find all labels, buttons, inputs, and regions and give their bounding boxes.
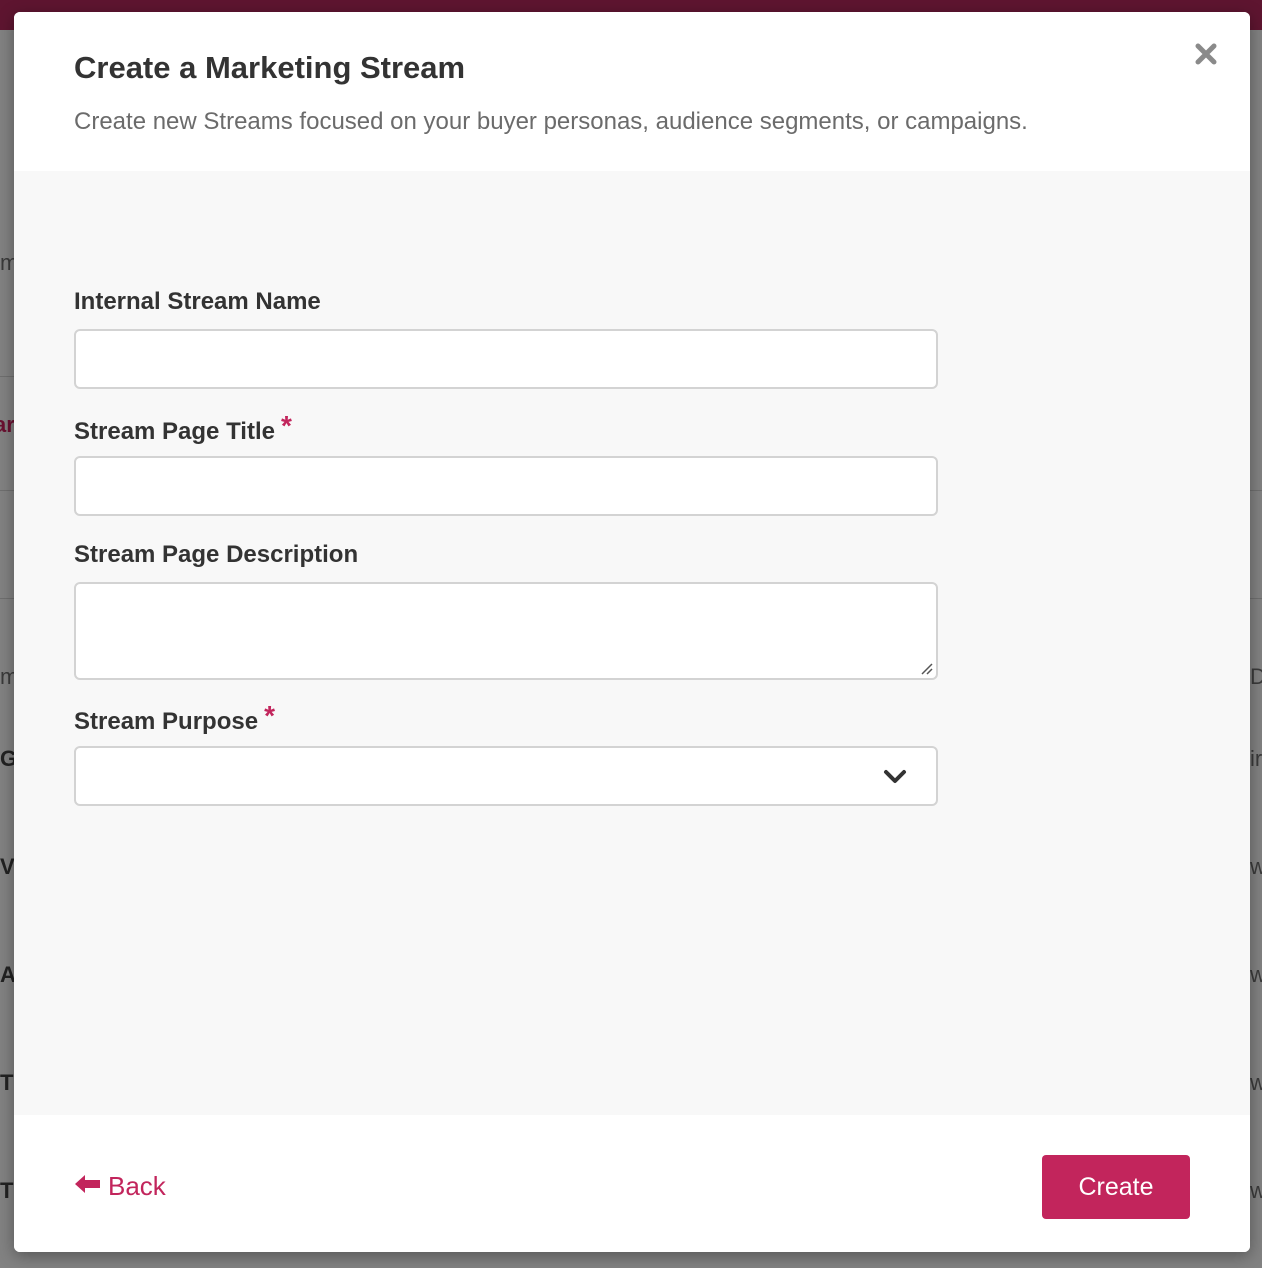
modal-body: Internal Stream Name Stream Page Title * … (14, 171, 1250, 1115)
resize-grip-icon[interactable] (918, 660, 934, 676)
background-divider (0, 490, 14, 491)
background-divider (0, 376, 14, 377)
create-stream-modal: Create a Marketing Stream Create new Str… (14, 12, 1250, 1252)
chevron-down-icon (882, 768, 908, 786)
required-marker: * (264, 700, 275, 731)
internal-stream-name-input[interactable] (74, 329, 938, 389)
stream-purpose-label-text: Stream Purpose (74, 708, 259, 735)
close-icon (1195, 43, 1217, 70)
close-button[interactable] (1188, 38, 1224, 74)
stream-purpose-label: Stream Purpose * (74, 700, 275, 736)
background-text-fragment: ar (0, 412, 15, 437)
background-text-fragment: w (1250, 1178, 1262, 1203)
background-text-fragment: w (1250, 1070, 1262, 1095)
background-text-fragment: D (1250, 664, 1262, 689)
stream-page-description-label: Stream Page Description (74, 541, 358, 569)
background-text-fragment: w (1250, 854, 1262, 879)
modal-title: Create a Marketing Stream (74, 50, 466, 85)
background-text-fragment: w (1250, 962, 1262, 987)
background-text-fragment: V (0, 854, 15, 879)
stream-page-title-label: Stream Page Title * (74, 410, 292, 446)
arrow-left-icon (74, 1171, 108, 1202)
create-button[interactable]: Create (1042, 1155, 1190, 1219)
stream-page-title-label-text: Stream Page Title (74, 418, 275, 445)
required-marker: * (280, 410, 292, 441)
background-text-fragment: T (0, 1178, 14, 1203)
modal-subtitle: Create new Streams focused on your buyer… (74, 108, 1028, 135)
modal-footer: Back Create (14, 1115, 1250, 1252)
background-divider (1250, 490, 1262, 491)
stream-page-description-label-text: Stream Page Description (74, 541, 359, 568)
stream-page-title-input[interactable] (74, 456, 938, 516)
background-text-fragment: T (0, 1070, 14, 1095)
stream-purpose-select[interactable] (74, 746, 938, 806)
stream-page-description-textarea[interactable] (74, 582, 938, 680)
background-text-fragment: ir (1250, 746, 1262, 771)
back-button[interactable]: Back (74, 1171, 166, 1202)
modal-header: Create a Marketing Stream Create new Str… (14, 12, 1250, 171)
background-divider (1250, 598, 1262, 599)
background-divider (0, 598, 14, 599)
internal-stream-name-label-text: Internal Stream Name (74, 288, 321, 315)
back-button-label: Back (108, 1171, 166, 1201)
internal-stream-name-label: Internal Stream Name (74, 288, 321, 316)
